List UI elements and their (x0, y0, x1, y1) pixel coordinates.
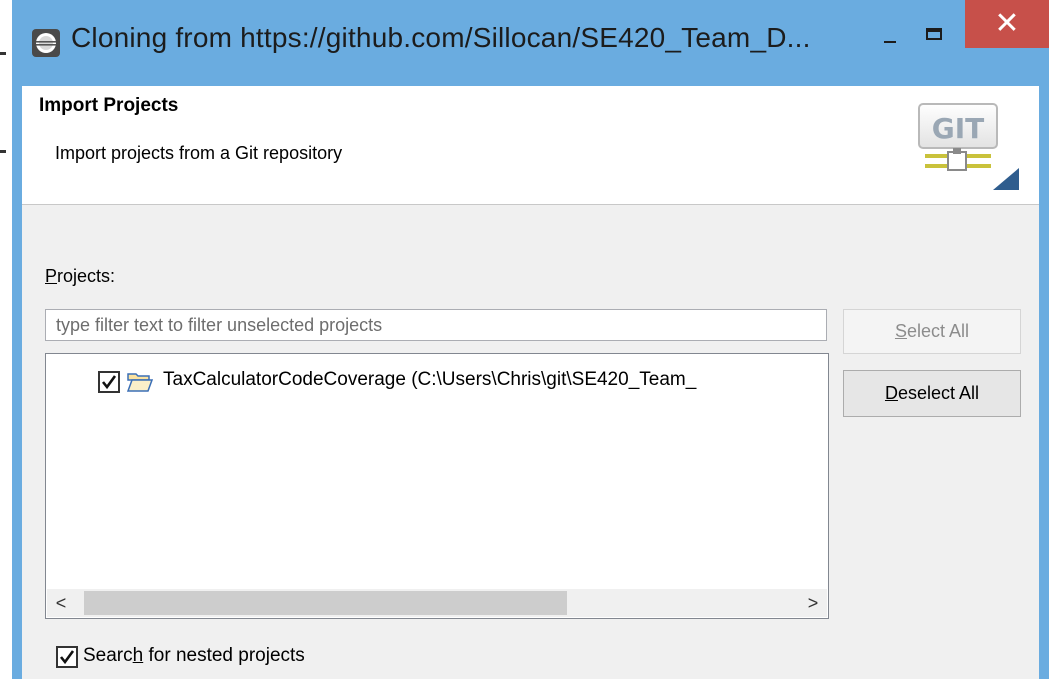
page-description: Import projects from a Git repository (55, 143, 343, 163)
select-all-button[interactable]: Select All (843, 309, 1021, 354)
folder-icon (127, 373, 153, 392)
checkmark-icon (59, 650, 75, 665)
scroll-thumb[interactable] (84, 591, 567, 615)
deselect-all-button[interactable]: Deselect All (843, 370, 1021, 417)
wizard-header: Import Projects Import projects from a G… (22, 86, 1039, 205)
eclipse-app-icon (32, 29, 60, 57)
maximize-icon (926, 28, 942, 40)
horizontal-scrollbar[interactable]: < > (47, 589, 827, 617)
checkmark-icon (101, 375, 117, 390)
filter-input[interactable] (45, 309, 827, 341)
background-mark (0, 150, 6, 153)
background-mark (0, 52, 6, 55)
background-window-edge (0, 0, 12, 679)
projects-label-text: rojects: (57, 266, 116, 286)
git-logo-text: GIT (932, 112, 985, 145)
projects-tree[interactable]: TaxCalculatorCodeCoverage (C:\Users\Chri… (45, 353, 829, 619)
select-all-label: elect All (906, 321, 970, 341)
git-logo-icon: GIT (918, 103, 1019, 190)
deselect-all-mnemonic: D (884, 383, 898, 403)
project-checkbox[interactable] (98, 371, 120, 393)
search-nested-label-mnemonic: h (132, 645, 144, 666)
dialog-client-area: Import Projects Import projects from a G… (22, 86, 1039, 679)
search-nested-label: Search for nested projects (83, 645, 305, 667)
projects-label: Projects: (45, 266, 115, 287)
close-icon: ✕ (994, 7, 1020, 40)
scroll-right-icon[interactable]: > (799, 589, 827, 617)
page-title: Import Projects (39, 95, 179, 116)
maximize-button[interactable] (914, 8, 958, 48)
scroll-left-icon[interactable]: < (47, 589, 75, 617)
search-nested-label-pre: Searc (83, 645, 133, 666)
search-nested-checkbox[interactable] (56, 646, 78, 668)
dialog-window: Cloning from https://github.com/Sillocan… (12, 0, 1049, 679)
window-title: Cloning from https://github.com/Sillocan… (71, 22, 811, 53)
title-bar[interactable]: Cloning from https://github.com/Sillocan… (12, 0, 1049, 86)
close-button[interactable]: ✕ (965, 0, 1049, 48)
list-item[interactable]: TaxCalculatorCodeCoverage (C:\Users\Chri… (46, 366, 828, 396)
screen: Cloning from https://github.com/Sillocan… (0, 0, 1049, 679)
deselect-all-label: eselect All (897, 383, 980, 403)
projects-label-mnemonic: P (45, 266, 58, 286)
minimize-button[interactable] (874, 8, 912, 48)
search-nested-label-post: for nested projects (143, 645, 305, 666)
project-name: TaxCalculatorCodeCoverage (C:\Users\Chri… (163, 369, 697, 390)
select-all-mnemonic: S (894, 321, 907, 341)
